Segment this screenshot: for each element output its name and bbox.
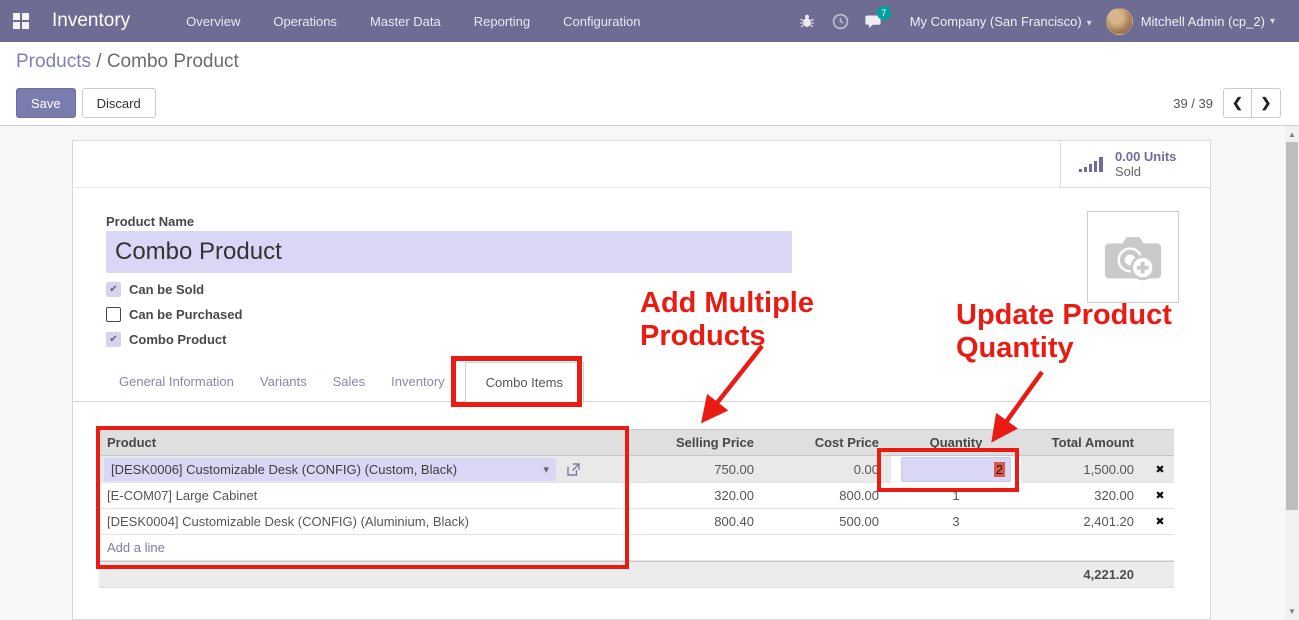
quantity-input[interactable]: 2 (901, 457, 1011, 482)
user-avatar[interactable] (1106, 8, 1133, 35)
checkbox-can-be-sold[interactable]: ✔ Can be Sold (106, 281, 242, 297)
product-image-upload[interactable] (1087, 211, 1179, 303)
tab-general-information[interactable]: General Information (106, 362, 247, 402)
selected-quantity-text: 2 (994, 462, 1005, 477)
table-row-selected[interactable]: [DESK0006] Customizable Desk (CONFIG) (C… (99, 456, 1174, 483)
cell-selling-price[interactable]: 320.00 (629, 488, 766, 503)
cell-selling-price[interactable]: 750.00 (629, 462, 766, 477)
header-selling-price[interactable]: Selling Price (629, 435, 766, 450)
cell-total-amount: 1,500.00 (1021, 462, 1146, 477)
grand-total-value: 4,221.20 (1021, 567, 1146, 582)
pager-previous-button[interactable]: ❮ (1223, 88, 1252, 118)
tab-combo-items[interactable]: Combo Items (465, 362, 584, 403)
cell-quantity: 2 (891, 456, 1021, 483)
stat-value: 0.00 Units (1115, 149, 1176, 164)
checkbox-can-be-purchased[interactable]: Can be Purchased (106, 306, 242, 322)
chevron-right-icon: ❯ (1261, 95, 1272, 111)
dropdown-caret-icon[interactable]: ▾ (543, 463, 549, 476)
apps-grid-icon (13, 13, 29, 29)
header-quantity[interactable]: Quantity (891, 435, 1021, 450)
table-row[interactable]: [E-COM07] Large Cabinet 320.00 800.00 1 … (99, 483, 1174, 509)
tab-inventory[interactable]: Inventory (378, 362, 457, 402)
camera-plus-icon (1102, 231, 1164, 283)
cell-cost-price[interactable]: 500.00 (766, 514, 891, 529)
cell-total-amount: 2,401.20 (1021, 514, 1146, 529)
scrollbar-thumb[interactable] (1286, 142, 1298, 510)
cell-product[interactable]: [DESK0004] Customizable Desk (CONFIG) (A… (99, 514, 629, 529)
nav-menu-operations[interactable]: Operations (273, 14, 337, 29)
option-checkboxes: ✔ Can be Sold Can be Purchased ✔ Combo P… (106, 281, 242, 356)
table-header-row: Product Selling Price Cost Price Quantit… (99, 429, 1174, 456)
cell-selling-price[interactable]: 800.40 (629, 514, 766, 529)
activities-clock-icon[interactable] (824, 13, 858, 30)
chevron-down-icon: ▾ (1087, 18, 1092, 29)
vertical-scrollbar[interactable]: ▲ ▼ (1285, 126, 1299, 620)
breadcrumb-products-link[interactable]: Products (16, 51, 91, 72)
tab-variants[interactable]: Variants (247, 362, 320, 402)
breadcrumb: Products / Combo Product (16, 51, 239, 73)
save-button[interactable]: Save (16, 88, 76, 118)
nav-menu-configuration[interactable]: Configuration (563, 14, 640, 29)
table-total-row: 4,221.20 (99, 561, 1174, 588)
product-many2one-input[interactable]: [DESK0006] Customizable Desk (CONFIG) (C… (104, 458, 556, 481)
discard-button[interactable]: Discard (82, 88, 156, 118)
checkbox-combo-product[interactable]: ✔ Combo Product (106, 331, 242, 347)
checkbox-checked-icon: ✔ (106, 282, 121, 297)
nav-menu-overview[interactable]: Overview (186, 14, 240, 29)
nav-menus: Overview Operations Master Data Reportin… (186, 14, 640, 29)
messages-icon[interactable]: 7 (858, 13, 892, 30)
product-name-input[interactable]: Combo Product (106, 231, 792, 273)
button-box-strip (73, 141, 1210, 188)
cell-total-amount: 320.00 (1021, 488, 1146, 503)
nav-menu-reporting[interactable]: Reporting (474, 14, 530, 29)
pager-counter: 39 / 39 (1173, 96, 1213, 111)
combo-items-table: Product Selling Price Cost Price Quantit… (99, 429, 1174, 588)
add-a-line-link[interactable]: Add a line (99, 540, 165, 555)
nav-menu-master-data[interactable]: Master Data (370, 14, 441, 29)
tab-sales[interactable]: Sales (320, 362, 379, 402)
user-menu[interactable]: Mitchell Admin (cp_2)▾ (1141, 14, 1275, 29)
breadcrumb-current: Combo Product (107, 51, 239, 72)
debug-bug-icon[interactable] (790, 13, 824, 29)
chevron-left-icon: ❮ (1232, 95, 1243, 111)
sold-units-stat-button[interactable]: 0.00 Units Sold (1060, 141, 1210, 188)
breadcrumb-separator: / (91, 51, 107, 72)
bar-chart-icon (1079, 157, 1103, 172)
form-sheet: 0.00 Units Sold Product Name Combo Produ… (72, 140, 1211, 620)
stat-label: Sold (1115, 164, 1176, 179)
navbar: Inventory Overview Operations Master Dat… (0, 0, 1299, 42)
delete-row-icon[interactable]: ✖ (1146, 515, 1174, 528)
control-panel: Products / Combo Product Save Discard 39… (0, 42, 1299, 126)
notebook-tabs: General Information Variants Sales Inven… (106, 362, 584, 402)
product-name-label: Product Name (106, 214, 194, 229)
header-total-amount[interactable]: Total Amount (1021, 435, 1146, 450)
company-switcher[interactable]: My Company (San Francisco)▾ (910, 14, 1092, 29)
cell-quantity[interactable]: 1 (891, 488, 1021, 503)
form-view-background: 0.00 Units Sold Product Name Combo Produ… (0, 126, 1299, 620)
header-product[interactable]: Product (99, 435, 629, 450)
scroll-down-icon[interactable]: ▼ (1285, 607, 1299, 616)
delete-row-icon[interactable]: ✖ (1146, 489, 1174, 502)
messages-count-badge: 7 (877, 6, 891, 20)
pager-next-button[interactable]: ❯ (1252, 88, 1281, 118)
checkbox-checked-icon: ✔ (106, 332, 121, 347)
cell-cost-price[interactable]: 0.00 (766, 462, 891, 477)
chevron-down-icon: ▾ (1270, 16, 1275, 27)
header-cost-price[interactable]: Cost Price (766, 435, 891, 450)
delete-row-icon[interactable]: ✖ (1146, 463, 1174, 476)
app-name: Inventory (52, 10, 130, 32)
external-link-icon[interactable] (567, 463, 580, 476)
apps-menu-button[interactable] (0, 0, 42, 42)
table-row[interactable]: [DESK0004] Customizable Desk (CONFIG) (A… (99, 509, 1174, 535)
add-line-row: Add a line (99, 535, 1174, 561)
checkbox-unchecked-icon (106, 307, 121, 322)
cell-quantity[interactable]: 3 (891, 514, 1021, 529)
cell-product[interactable]: [E-COM07] Large Cabinet (99, 488, 629, 503)
cell-cost-price[interactable]: 800.00 (766, 488, 891, 503)
scroll-up-icon[interactable]: ▲ (1285, 130, 1299, 139)
